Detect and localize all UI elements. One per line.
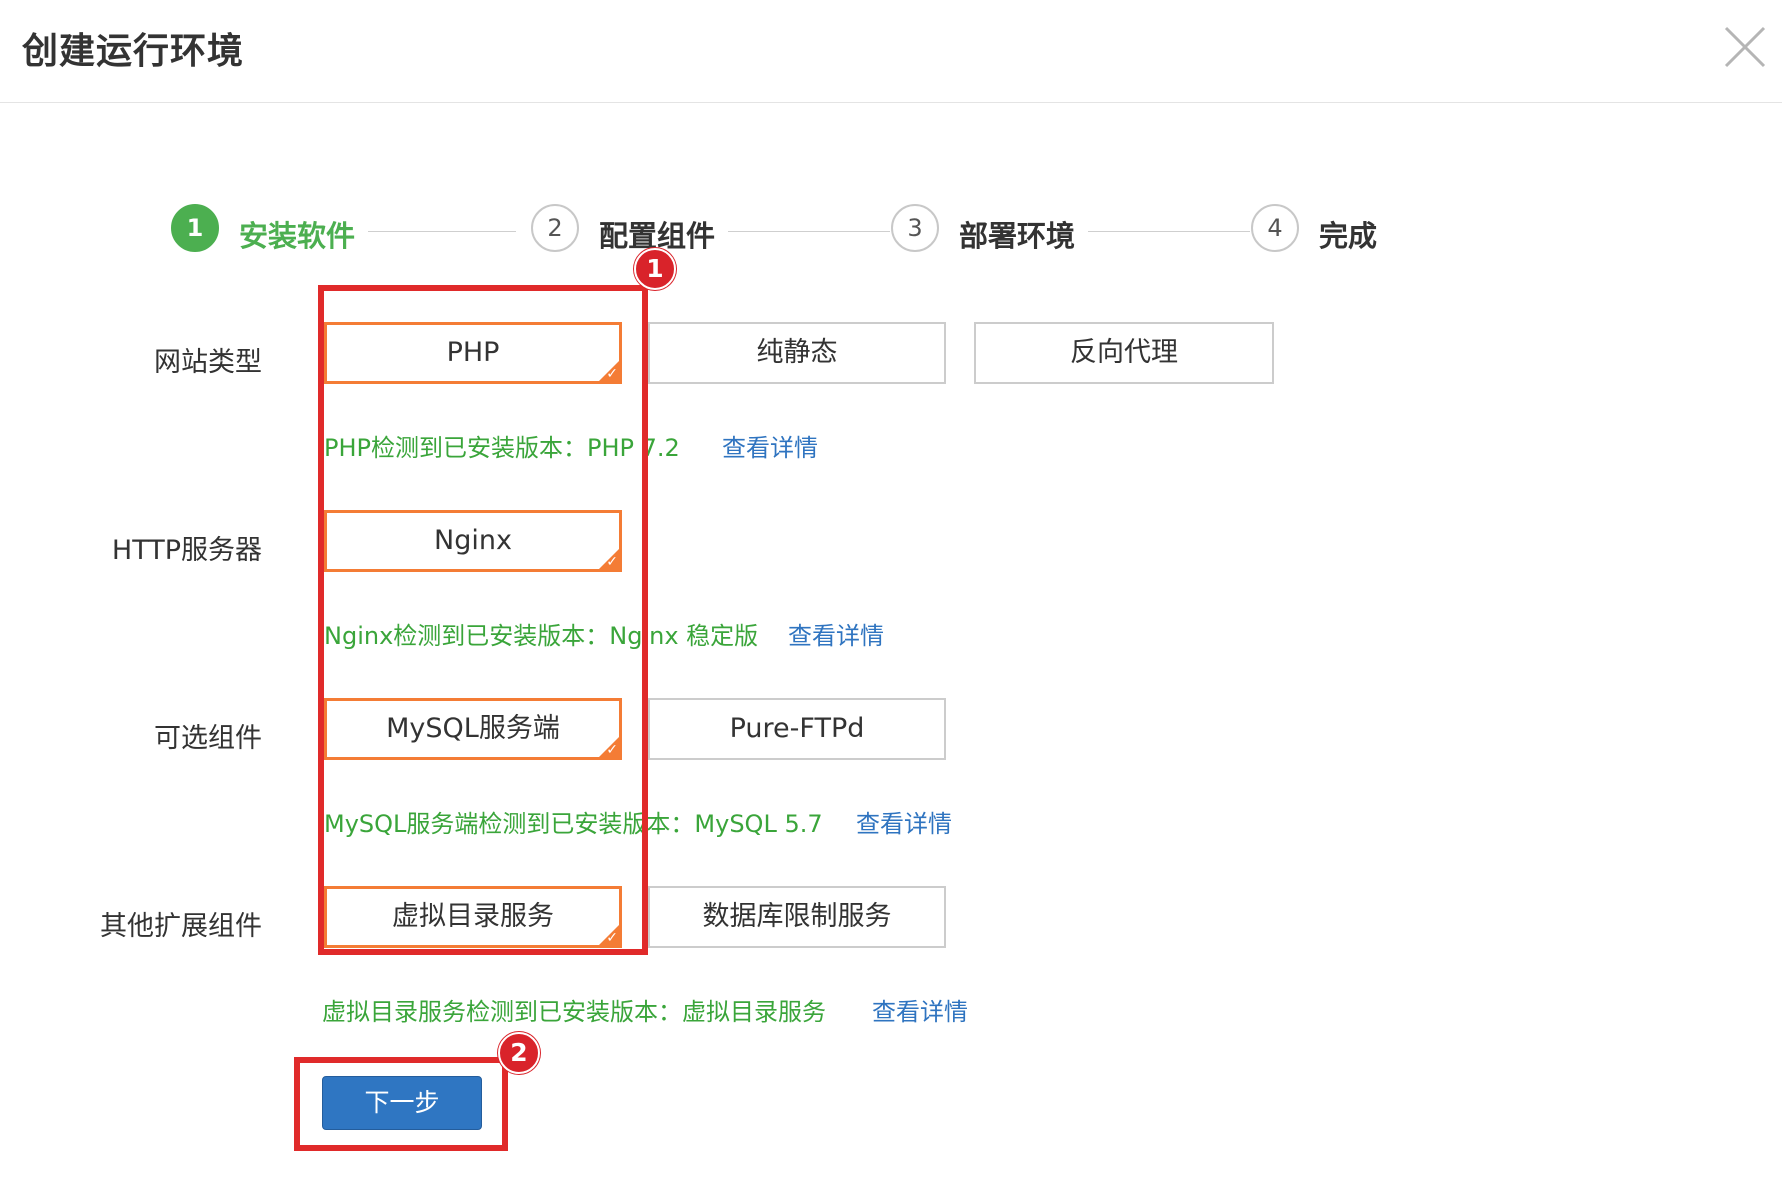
checkmark-icon: ✓ [606,742,618,758]
php-detected-info: PHP检测到已安装版本：PHP 7.2 [324,434,680,462]
php-detail-link[interactable]: 查看详情 [722,428,818,463]
option-nginx[interactable]: Nginx ✓ [324,510,622,572]
option-pure-ftpd[interactable]: Pure-FTPd [648,698,946,760]
dialog-title: 创建运行环境 [22,31,245,72]
vdir-detected-info: 虚拟目录服务检测到已安装版本：虚拟目录服务 [322,998,826,1026]
step-indicator: 1 安装软件 2 配置组件 3 部署环境 4 完成 [0,204,1782,260]
option-reverse-proxy[interactable]: 反向代理 [974,322,1274,384]
step-3-number: 3 [891,204,939,252]
option-label: 虚拟目录服务 [392,901,554,932]
annotation-badge-1: 1 [634,248,676,290]
option-php[interactable]: PHP ✓ [324,322,622,384]
step-connector [1088,231,1250,232]
mysql-detail-link[interactable]: 查看详情 [856,804,952,839]
site-type-label: 网站类型 [154,347,262,378]
step-4-label: 完成 [1319,219,1378,253]
option-db-limit[interactable]: 数据库限制服务 [648,886,946,948]
nginx-detected-info: Nginx检测到已安装版本：Nginx 稳定版 [324,622,759,650]
checkmark-icon: ✓ [606,554,618,570]
checkmark-icon: ✓ [606,366,618,382]
option-label: Pure-FTPd [729,713,865,744]
other-extensions-label: 其他扩展组件 [100,911,262,942]
optional-components-label: 可选组件 [154,723,262,754]
checkmark-icon: ✓ [606,930,618,946]
step-3-label: 部署环境 [959,219,1076,253]
annotation-badge-2: 2 [498,1032,540,1074]
step-2-number: 2 [531,204,579,252]
option-label: 纯静态 [756,337,838,368]
mysql-detected-info: MySQL服务端检测到已安装版本：MySQL 5.7 [324,810,823,838]
http-server-label: HTTP服务器 [111,535,262,566]
option-label: MySQL服务端 [386,713,560,744]
option-label: PHP [446,337,500,368]
step-1-label: 安装软件 [239,219,356,253]
option-mysql-server[interactable]: MySQL服务端 ✓ [324,698,622,760]
next-step-button[interactable]: 下一步 [322,1076,482,1130]
nginx-detail-link[interactable]: 查看详情 [788,616,884,651]
dialog-header: 创建运行环境 [0,0,1782,103]
option-static[interactable]: 纯静态 [648,322,946,384]
step-connector [728,231,890,232]
option-label: 数据库限制服务 [702,901,892,932]
option-virtual-directory[interactable]: 虚拟目录服务 ✓ [324,886,622,948]
vdir-detail-link[interactable]: 查看详情 [872,992,968,1027]
step-1-number: 1 [171,204,219,252]
step-4-number: 4 [1251,204,1299,252]
option-label: 反向代理 [1070,337,1178,368]
step-connector [368,231,516,232]
option-label: Nginx [434,525,512,556]
close-icon[interactable] [1722,24,1768,70]
